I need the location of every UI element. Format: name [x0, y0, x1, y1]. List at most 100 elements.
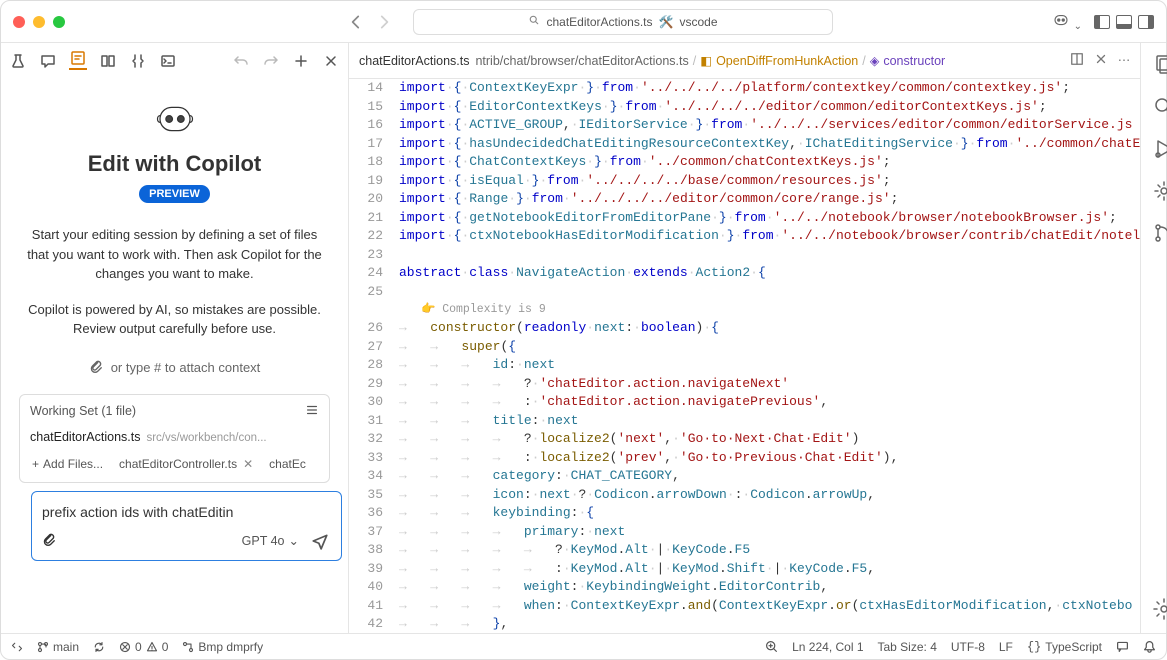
beaker-icon[interactable]	[9, 52, 27, 70]
code-line[interactable]: 18import·{·ChatContextKeys·}·from·'../co…	[349, 153, 1140, 172]
remote-indicator[interactable]	[11, 641, 23, 653]
chat-icon[interactable]	[39, 52, 57, 70]
undo-icon[interactable]	[232, 52, 250, 70]
code-line[interactable]: 31→ → → title:·next	[349, 412, 1140, 431]
redo-icon[interactable]	[262, 52, 280, 70]
copilot-desc-2: Copilot is powered by AI, so mistakes ar…	[19, 300, 330, 339]
chat-input[interactable]	[42, 500, 331, 530]
code-line[interactable]: 40→ → → → weight:·KeybindingWeight.Edito…	[349, 578, 1140, 597]
copilot-logo-icon	[155, 99, 195, 139]
code-line[interactable]: 15import·{·EditorContextKeys·}·from·'../…	[349, 98, 1140, 117]
code-line[interactable]: 14import·{·ContextKeyExpr·}·from·'../../…	[349, 79, 1140, 98]
code-line[interactable]: 38→ → → → → ?·KeyMod.Alt·|·KeyCode.F5	[349, 541, 1140, 560]
titlebar: chatEditorActions.ts 🛠️ vscode ⌄	[1, 1, 1166, 43]
nav-back-button[interactable]	[347, 13, 365, 31]
toggle-primary-sidebar-button[interactable]	[1094, 15, 1110, 29]
code-line[interactable]: 19import·{·isEqual·}·from·'../../../../b…	[349, 172, 1140, 191]
code-line[interactable]: 26→ constructor(readonly·next:·boolean)·…	[349, 319, 1140, 338]
settings-gear-icon[interactable]	[1152, 597, 1167, 621]
editor-tab-bar: chatEditorActions.ts ntrib/chat/browser/…	[349, 43, 1140, 79]
new-session-icon[interactable]	[292, 52, 310, 70]
add-files-button[interactable]: + Add Files...	[26, 454, 109, 474]
code-line[interactable]: 35→ → → icon:·next·?·Codicon.arrowDown·:…	[349, 486, 1140, 505]
code-line[interactable]: 32→ → → → ?·localize2('next',·'Go·to·Nex…	[349, 430, 1140, 449]
split-editor-icon[interactable]	[1070, 52, 1084, 69]
code-line[interactable]: 21import·{·getNotebookEditorFromEditorPa…	[349, 209, 1140, 228]
more-actions-icon[interactable]: ⋯	[1118, 52, 1131, 69]
breadcrumb[interactable]: ntrib/chat/browser/chatEditorActions.ts …	[475, 53, 1063, 68]
chat-input-container: GPT 4o ⌄	[31, 491, 342, 561]
statusbar: main 0 0 Bmp dmprfy Ln 224, Col 1 Tab Si…	[1, 633, 1166, 659]
cursor-position[interactable]: Ln 224, Col 1	[792, 640, 863, 654]
tab-size[interactable]: Tab Size: 4	[878, 640, 937, 654]
code-line[interactable]: 23	[349, 246, 1140, 265]
symbol-method-icon: ◈	[870, 53, 880, 68]
attach-hint-text: or type # to attach context	[111, 360, 261, 375]
close-tab-icon[interactable]	[1094, 52, 1108, 69]
editor-tab[interactable]: chatEditorActions.ts	[359, 54, 469, 68]
send-button[interactable]	[309, 530, 331, 552]
paperclip-icon	[89, 359, 103, 376]
book-icon[interactable]	[99, 52, 117, 70]
chevron-down-icon: ⌄	[289, 533, 299, 548]
code-line[interactable]: 42→ → → },	[349, 615, 1140, 633]
toggle-panel-button[interactable]	[1116, 15, 1132, 29]
code-editor[interactable]: 14import·{·ContextKeyExpr·}·from·'../../…	[349, 79, 1140, 633]
codelens[interactable]: 👉 Complexity is 9	[349, 301, 1140, 319]
attach-icon[interactable]	[42, 532, 56, 549]
code-line[interactable]: 30→ → → → :·'chatEditor.action.navigateP…	[349, 393, 1140, 412]
command-center[interactable]: chatEditorActions.ts 🛠️ vscode	[413, 9, 833, 35]
code-line[interactable]: 36→ → → keybinding:·{	[349, 504, 1140, 523]
folder-icon: 🛠️	[659, 15, 674, 29]
working-set-file-row[interactable]: chatEditorActions.ts src/vs/workbench/co…	[20, 424, 329, 450]
suggested-file-pill[interactable]: chatEc	[263, 454, 312, 474]
source-control-icon[interactable]	[1152, 221, 1167, 245]
remove-pill-icon[interactable]: ✕	[243, 457, 253, 471]
code-line[interactable]: 41→ → → → when:·ContextKeyExpr.and(Conte…	[349, 597, 1140, 616]
feedback-icon[interactable]	[1116, 640, 1129, 653]
code-line[interactable]: 34→ → → category:·CHAT_CATEGORY,	[349, 467, 1140, 486]
code-line[interactable]: 37→ → → → primary:·next	[349, 523, 1140, 542]
encoding[interactable]: UTF-8	[951, 640, 985, 654]
toggle-secondary-sidebar-button[interactable]	[1138, 15, 1154, 29]
model-selector[interactable]: GPT 4o ⌄	[242, 533, 299, 548]
code-line[interactable]: 24abstract·class·NavigateAction·extends·…	[349, 264, 1140, 283]
code-line[interactable]: 33→ → → → :·localize2('prev',·'Go·to·Pre…	[349, 449, 1140, 468]
eol[interactable]: LF	[999, 640, 1013, 654]
code-line[interactable]: 22import·{·ctxNotebookHasEditorModificat…	[349, 227, 1140, 246]
copilot-desc-1: Start your editing session by defining a…	[19, 225, 330, 284]
close-window-button[interactable]	[13, 16, 25, 28]
edit-session-icon[interactable]	[69, 52, 87, 70]
run-debug-icon[interactable]	[1152, 137, 1167, 161]
output-icon[interactable]	[159, 52, 177, 70]
sync-indicator[interactable]	[93, 641, 105, 653]
code-line[interactable]: 20import·{·Range·}·from·'../../../../edi…	[349, 190, 1140, 209]
code-line[interactable]: 16import·{·ACTIVE_GROUP,·IEditorService·…	[349, 116, 1140, 135]
nav-forward-button[interactable]	[375, 13, 393, 31]
status-extra[interactable]: Bmp dmprfy	[182, 640, 263, 654]
code-line[interactable]: 29→ → → → ?·'chatEditor.action.navigateN…	[349, 375, 1140, 394]
close-panel-icon[interactable]	[322, 52, 340, 70]
extensions-icon[interactable]	[1152, 179, 1167, 203]
search-icon[interactable]	[1152, 95, 1167, 119]
branch-indicator[interactable]: main	[37, 640, 79, 654]
problems-indicator[interactable]: 0 0	[119, 640, 168, 654]
zoom-icon[interactable]	[765, 640, 778, 653]
copilot-titlebar-icon[interactable]: ⌄	[1052, 11, 1082, 32]
language-mode[interactable]: {} TypeScript	[1027, 640, 1102, 654]
tools-icon[interactable]	[129, 52, 147, 70]
code-line[interactable]: 27→ → super({	[349, 338, 1140, 357]
code-line[interactable]: 25	[349, 283, 1140, 302]
code-line[interactable]: 17import·{·hasUndecidedChatEditingResour…	[349, 135, 1140, 154]
code-line[interactable]: 39→ → → → → :·KeyMod.Alt·|·KeyMod.Shift·…	[349, 560, 1140, 579]
search-icon	[528, 14, 540, 29]
suggested-file-pill[interactable]: chatEditorController.ts✕	[113, 454, 259, 474]
explorer-icon[interactable]	[1152, 53, 1167, 77]
notifications-icon[interactable]	[1143, 640, 1156, 653]
minimize-window-button[interactable]	[33, 16, 45, 28]
list-icon[interactable]	[305, 403, 319, 420]
code-line[interactable]: 28→ → → id:·next	[349, 356, 1140, 375]
maximize-window-button[interactable]	[53, 16, 65, 28]
preview-badge: PREVIEW	[139, 185, 210, 203]
copilot-welcome: Edit with Copilot PREVIEW Start your edi…	[1, 79, 348, 633]
